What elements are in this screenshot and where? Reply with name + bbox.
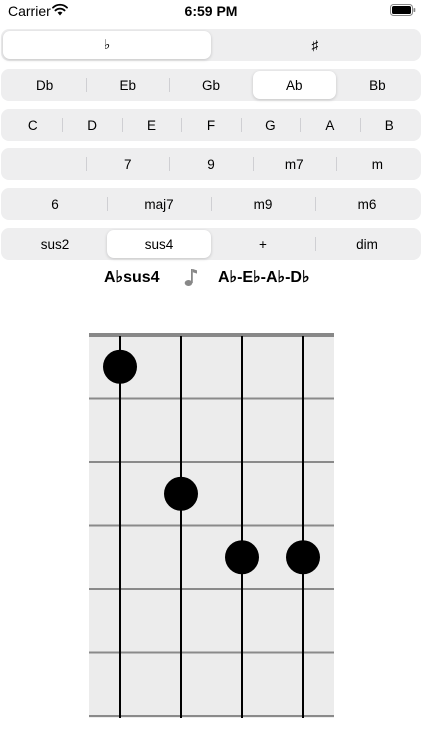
segment-qualities-3-3[interactable]: dim [315, 230, 419, 258]
segment-natural-roots-0[interactable]: C [3, 111, 62, 139]
segment-natural-roots-1[interactable]: D [62, 111, 121, 139]
segment-flat-roots-0[interactable]: Db [3, 71, 86, 99]
finger-dot-2 [164, 476, 198, 511]
chord-notes: A♭-E♭-A♭-D♭ [218, 269, 310, 286]
segment-flat-roots-1[interactable]: Eb [86, 71, 169, 99]
fretboard-diagram [89, 333, 334, 718]
segment-natural-roots-6[interactable]: B [359, 111, 419, 139]
segment-natural-roots-4[interactable]: G [240, 111, 300, 139]
finger-dot-3 [225, 540, 259, 575]
chord-name: A♭sus4 [104, 269, 160, 286]
quality-segmented-control-3[interactable]: sus2 sus4 + dim [1, 228, 421, 260]
segment-accidentals-0[interactable]: ♭ [3, 31, 211, 59]
finger-dot-1 [103, 349, 137, 384]
segment-qualities-1-1[interactable]: 7 [86, 150, 169, 178]
segment-qualities-2-1[interactable]: maj7 [107, 190, 211, 218]
segment-natural-roots-3[interactable]: F [181, 111, 240, 139]
flat-root-segmented-control[interactable]: Db Eb Gb Ab Bb [1, 69, 421, 101]
quality-segmented-control-2[interactable]: 6 maj7 m9 m6 [1, 188, 421, 220]
segment-natural-roots-5[interactable]: A [300, 111, 359, 139]
segment-qualities-2-3[interactable]: m6 [315, 190, 419, 218]
segment-flat-roots-3[interactable]: Ab [252, 71, 336, 99]
segment-natural-roots-2[interactable]: E [121, 111, 181, 139]
fretboard-nut [89, 333, 334, 337]
segment-qualities-2-2[interactable]: m9 [211, 190, 315, 218]
segment-qualities-1-4[interactable]: m [335, 150, 419, 178]
segment-flat-roots-2[interactable]: Gb [169, 71, 252, 99]
quality-segmented-control-1[interactable]: 7 9 m7 m [1, 148, 421, 180]
clock: 6:59 PM [184, 3, 238, 19]
finger-dot-4 [286, 540, 320, 575]
segment-qualities-2-0[interactable]: 6 [3, 190, 107, 218]
segment-qualities-1-2[interactable]: 9 [169, 150, 252, 178]
accidental-segmented-control[interactable]: ♭ ♯ [1, 29, 421, 61]
segment-flat-roots-4[interactable]: Bb [336, 71, 419, 99]
battery-icon [390, 4, 416, 16]
segment-qualities-3-2[interactable]: + [211, 230, 315, 258]
segment-qualities-1-3[interactable]: m7 [252, 150, 336, 178]
segment-qualities-3-1[interactable]: sus4 [107, 230, 211, 258]
segment-qualities-3-0[interactable]: sus2 [3, 230, 107, 258]
natural-root-segmented-control[interactable]: CDEFGAB [1, 109, 421, 141]
segment-accidentals-1[interactable]: ♯ [211, 31, 419, 59]
segment-qualities-1-0[interactable] [3, 150, 86, 178]
music-note-icon[interactable] [184, 268, 198, 287]
status-bar: Carrier 6:59 PM [0, 0, 422, 24]
